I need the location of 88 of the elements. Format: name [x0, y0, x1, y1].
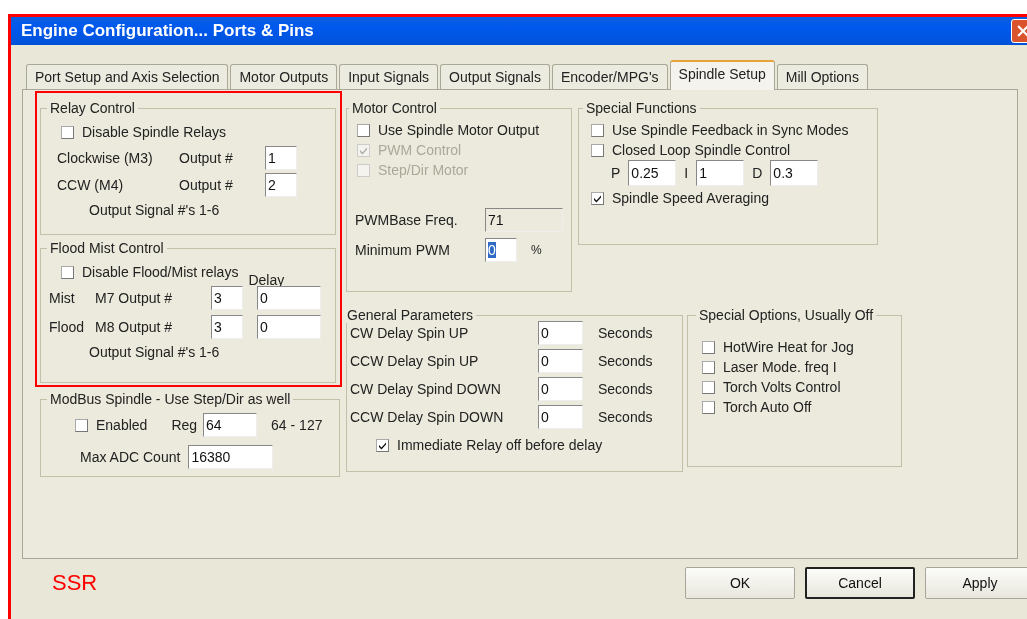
- checkbox[interactable]: [357, 123, 370, 137]
- checkbox[interactable]: [376, 438, 389, 452]
- range-text: 64 - 127: [271, 417, 323, 433]
- checkbox-label[interactable]: Use Spindle Feedback in Sync Modes: [612, 122, 849, 138]
- unit-label: Seconds: [598, 353, 654, 369]
- field-label: P: [611, 165, 621, 181]
- dialog-button[interactable]: Apply: [925, 567, 1027, 599]
- checkbox-label[interactable]: Disable Flood/Mist relays: [82, 264, 239, 280]
- input-field[interactable]: 0: [538, 377, 583, 401]
- dialog-button[interactable]: OK: [685, 567, 795, 599]
- tab[interactable]: Spindle Setup: [669, 60, 775, 90]
- field-label: CW Delay Spind DOWN: [350, 381, 502, 397]
- field-label: Output #: [179, 150, 234, 166]
- hint-text: Output Signal #'s 1-6: [89, 202, 221, 218]
- column-heading: Delay: [248, 272, 285, 288]
- input-field[interactable]: 0: [538, 349, 583, 373]
- checkbox-label[interactable]: Torch Auto Off: [723, 399, 812, 415]
- input-field[interactable]: 1: [696, 160, 745, 186]
- group-title: Special Options, Usually Off: [698, 307, 875, 323]
- field-label: M7 Output #: [95, 290, 174, 306]
- field-label: Max ADC Count: [80, 449, 181, 465]
- unit-label: Seconds: [598, 325, 654, 341]
- tab[interactable]: Output Signals: [440, 64, 550, 89]
- input-field[interactable]: 3: [211, 286, 243, 310]
- tab[interactable]: Input Signals: [339, 64, 439, 89]
- input-field[interactable]: 0: [538, 405, 583, 429]
- checkbox[interactable]: [591, 123, 604, 137]
- checkbox-label[interactable]: Use Spindle Motor Output: [378, 122, 540, 138]
- input-field[interactable]: 0.25: [628, 160, 677, 186]
- input-field[interactable]: 1: [265, 146, 297, 170]
- input-field[interactable]: 64: [203, 413, 258, 437]
- input-field[interactable]: 3: [211, 315, 243, 339]
- input-field[interactable]: 0: [257, 315, 321, 339]
- dialog-button[interactable]: Cancel: [805, 567, 915, 599]
- unit-label: %: [531, 243, 542, 257]
- checkbox-label[interactable]: Closed Loop Spindle Control: [612, 142, 791, 158]
- checkbox[interactable]: [702, 360, 715, 374]
- input-field[interactable]: 0: [538, 321, 583, 345]
- checkbox-label[interactable]: Spindle Speed Averaging: [612, 190, 769, 206]
- input-field[interactable]: 0.3: [770, 160, 819, 186]
- field-label: M8 Output #: [95, 319, 174, 335]
- checkbox[interactable]: [61, 125, 74, 139]
- checkbox[interactable]: [75, 418, 88, 432]
- field-label: CW Delay Spin UP: [350, 325, 470, 341]
- checkbox-label[interactable]: Laser Mode. freq I: [723, 359, 837, 375]
- group-title: ModBus Spindle - Use Step/Dir as well: [49, 391, 292, 407]
- tab[interactable]: Mill Options: [776, 64, 868, 89]
- checkbox-label[interactable]: Enabled: [96, 417, 148, 433]
- checkbox[interactable]: [591, 143, 604, 157]
- group-title: General Parameters: [346, 307, 475, 323]
- input-field[interactable]: 16380: [188, 445, 274, 469]
- tab[interactable]: Motor Outputs: [230, 64, 338, 89]
- checkbox[interactable]: [702, 400, 715, 414]
- checkbox-label[interactable]: HotWire Heat for Jog: [723, 339, 854, 355]
- field-label: CCW Delay Spin UP: [350, 353, 480, 369]
- window-title: Engine Configuration... Ports & Pins: [21, 21, 314, 41]
- checkbox[interactable]: [702, 340, 715, 354]
- input-field[interactable]: 0: [257, 286, 321, 310]
- group-title: Relay Control: [49, 100, 136, 116]
- checkbox-label[interactable]: Torch Volts Control: [723, 379, 841, 395]
- group-title: Flood Mist Control: [49, 240, 165, 256]
- field-label: D: [752, 165, 763, 181]
- group-title: Special Functions: [585, 100, 698, 116]
- checkbox[interactable]: [702, 380, 715, 394]
- field-label: Clockwise (M3): [57, 150, 154, 166]
- field-label: Mist: [49, 290, 76, 306]
- field-label: PWMBase Freq.: [355, 212, 459, 228]
- input-field[interactable]: 71: [485, 208, 563, 232]
- checkbox[interactable]: [591, 191, 604, 205]
- tab[interactable]: Port Setup and Axis Selection: [26, 64, 229, 89]
- field-label: Minimum PWM: [355, 242, 451, 258]
- unit-label: Seconds: [598, 381, 654, 397]
- checkbox-label[interactable]: Immediate Relay off before delay: [397, 437, 603, 453]
- field-label: CCW Delay Spin DOWN: [350, 409, 505, 425]
- field-label: Output #: [179, 177, 234, 193]
- annotation-label: SSR: [52, 570, 98, 596]
- field-label: I: [684, 165, 689, 181]
- input-field[interactable]: 2: [265, 173, 297, 197]
- input-field[interactable]: 0: [485, 238, 517, 262]
- hint-text: Output Signal #'s 1-6: [89, 344, 221, 360]
- checkbox-label[interactable]: Disable Spindle Relays: [82, 124, 226, 140]
- field-label: CCW (M4): [57, 177, 125, 193]
- group-title: Motor Control: [351, 100, 438, 116]
- field-label: Reg: [171, 417, 198, 433]
- field-label: Flood: [49, 319, 86, 335]
- unit-label: Seconds: [598, 409, 654, 425]
- checkbox[interactable]: [61, 265, 74, 279]
- tab[interactable]: Encoder/MPG's: [551, 64, 668, 89]
